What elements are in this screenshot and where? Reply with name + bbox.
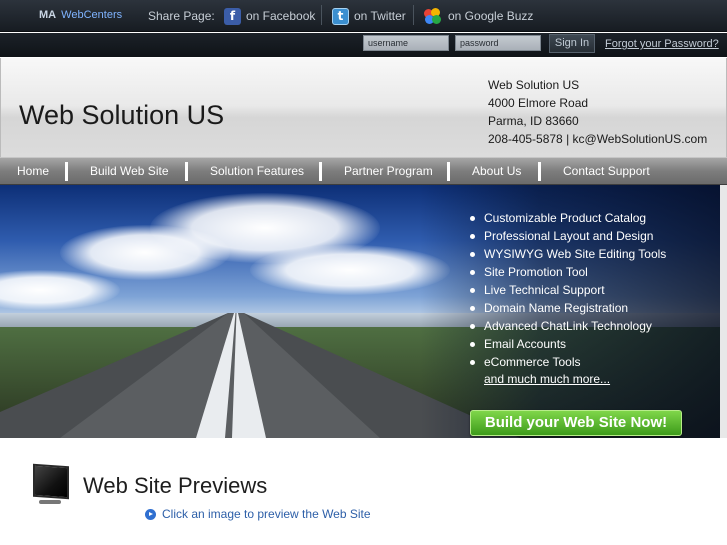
forgot-password-link[interactable]: Forgot your Password?: [605, 38, 719, 50]
monitor-icon: [30, 463, 72, 505]
brand-link[interactable]: MA WebCenters: [39, 9, 122, 21]
feature-list: Customizable Product Catalog Professiona…: [470, 209, 666, 371]
nav-divider: [538, 162, 541, 181]
feature-item: Advanced ChatLink Technology: [470, 317, 666, 335]
previews-heading: Web Site Previews: [83, 473, 268, 498]
hero-banner: Customizable Product Catalog Professiona…: [0, 185, 720, 438]
feature-item: Email Accounts: [470, 335, 666, 353]
contact-address: Web Solution US 4000 Elmore Road Parma, …: [488, 76, 707, 148]
main-nav: Home Build Web Site Solution Features Pa…: [0, 157, 727, 185]
feature-item: eCommerce Tools: [470, 353, 666, 371]
share-twitter-label: on Twitter: [354, 9, 406, 23]
nav-item-build-web-site[interactable]: Build Web Site: [90, 164, 169, 178]
feature-item: Domain Name Registration: [470, 299, 666, 317]
share-label: Share Page:: [148, 9, 215, 23]
brand-webcenters: WebCenters: [61, 9, 123, 21]
site-header: Web Solution US Web Solution US 4000 Elm…: [0, 58, 727, 157]
facebook-icon: f: [224, 7, 241, 25]
address-line: 4000 Elmore Road: [488, 96, 589, 110]
nav-item-contact-support[interactable]: Contact Support: [563, 164, 650, 178]
preview-hint: Click an image to preview the Web Site: [145, 507, 371, 521]
username-input[interactable]: [363, 35, 449, 51]
more-features-link[interactable]: and much much more...: [484, 372, 610, 386]
address-line: Web Solution US: [488, 78, 580, 92]
sign-in-button[interactable]: Sign In: [549, 34, 595, 53]
address-line: 208-405-5878 | kc@WebSolutionUS.com: [488, 132, 708, 146]
divider: [413, 5, 414, 25]
login-bar: Sign In Forgot your Password?: [0, 33, 727, 57]
share-google-buzz-link[interactable]: on Google Buzz: [423, 5, 533, 27]
nav-divider: [319, 162, 322, 181]
nav-item-about-us[interactable]: About Us: [472, 164, 521, 178]
nav-item-solution-features[interactable]: Solution Features: [210, 164, 304, 178]
feature-item: Professional Layout and Design: [470, 227, 666, 245]
share-twitter-link[interactable]: t on Twitter: [332, 5, 406, 27]
feature-item: Site Promotion Tool: [470, 263, 666, 281]
share-facebook-link[interactable]: f on Facebook: [224, 5, 315, 27]
nav-item-partner-program[interactable]: Partner Program: [344, 164, 433, 178]
hero-edge: [720, 185, 727, 438]
feature-item: WYSIWYG Web Site Editing Tools: [470, 245, 666, 263]
twitter-icon: t: [332, 7, 349, 25]
feature-item: Customizable Product Catalog: [470, 209, 666, 227]
nav-divider: [447, 162, 450, 181]
google-buzz-icon: [423, 7, 443, 25]
preview-hint-text: Click an image to preview the Web Site: [162, 507, 371, 521]
nav-divider: [185, 162, 188, 181]
address-line: Parma, ID 83660: [488, 114, 579, 128]
nav-divider: [65, 162, 68, 181]
share-facebook-label: on Facebook: [246, 9, 316, 23]
brand-ma: MA: [39, 9, 57, 21]
top-share-bar: MA WebCenters Share Page: f on Facebook …: [0, 0, 727, 32]
password-input[interactable]: [455, 35, 541, 51]
build-website-button[interactable]: Build your Web Site Now!: [470, 410, 682, 436]
divider: [321, 5, 322, 25]
site-title: Web Solution US: [19, 100, 225, 130]
feature-item: Live Technical Support: [470, 281, 666, 299]
nav-item-home[interactable]: Home: [17, 164, 49, 178]
play-icon: [145, 508, 156, 520]
share-google-buzz-label: on Google Buzz: [448, 9, 534, 23]
